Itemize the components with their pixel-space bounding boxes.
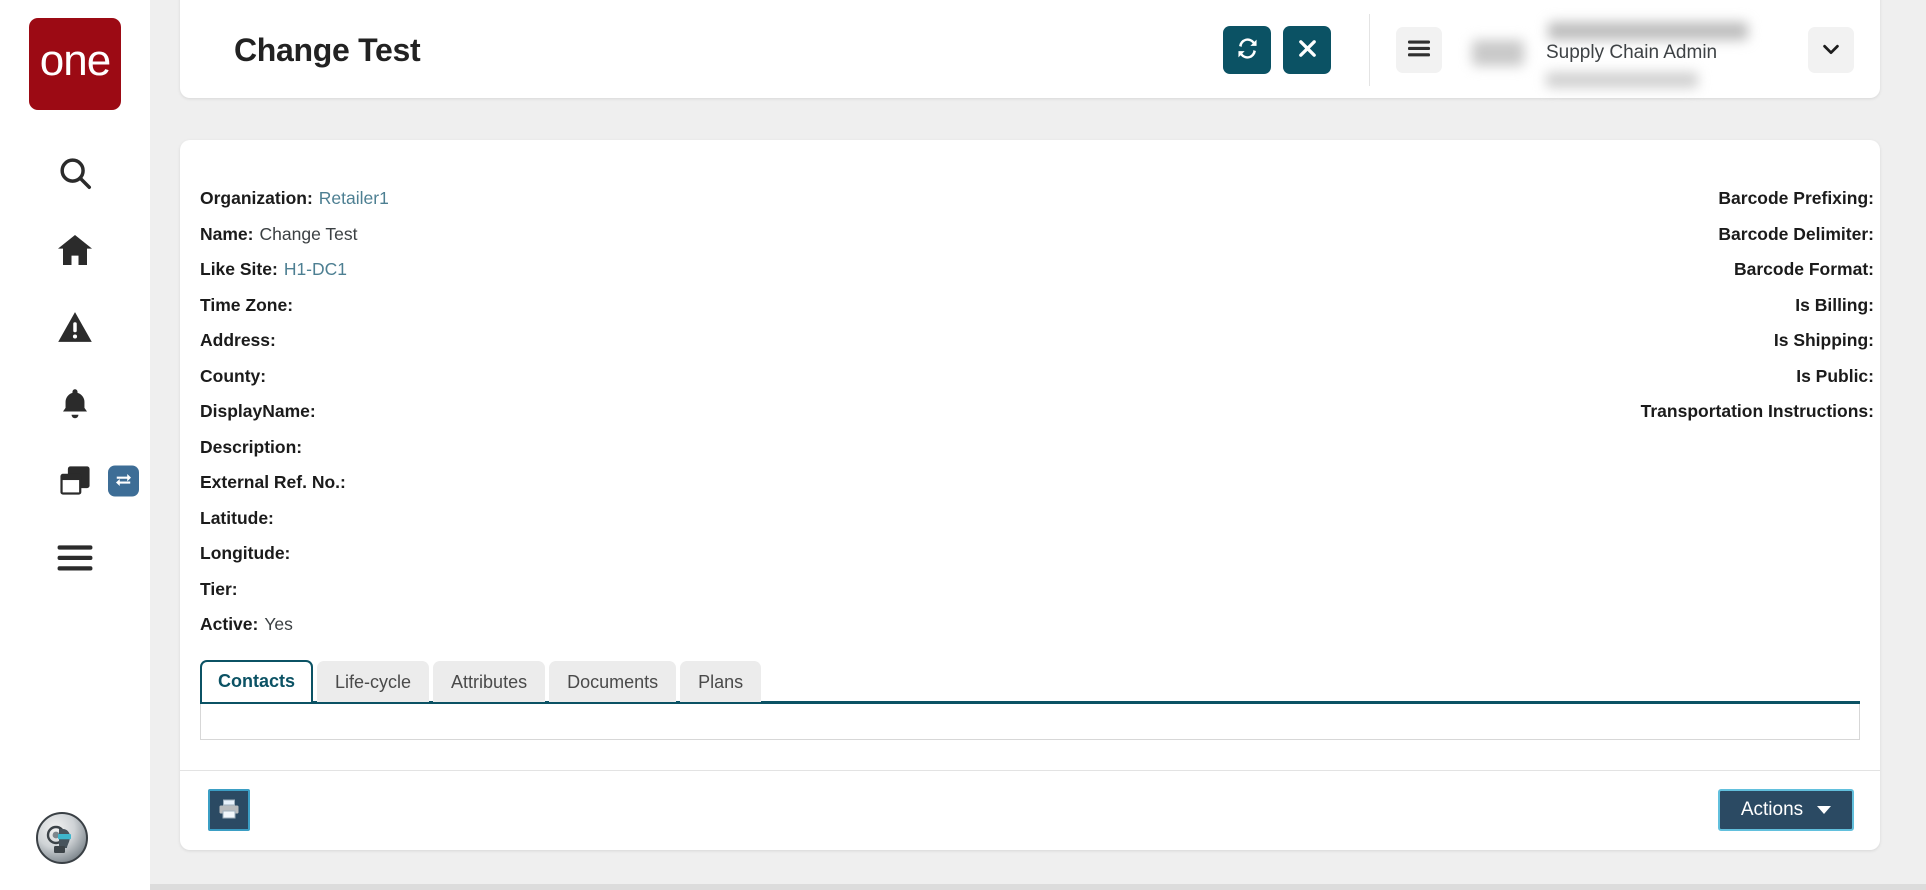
detail-fields-left: Organization: Retailer1 Name: Change Test Li… (180, 188, 1098, 650)
detail-label: Barcode Prefixing: (1718, 188, 1874, 208)
hamburger-menu-icon (1407, 39, 1431, 61)
detail-row: Barcode Prefixing: (1098, 188, 1880, 224)
detail-label: External Ref. No.: (200, 472, 346, 492)
tab-plans[interactable]: Plans (680, 661, 762, 702)
card-footer: Actions (180, 771, 1880, 849)
hamburger-menu-icon (56, 543, 94, 573)
detail-label: Longitude: (200, 543, 291, 563)
detail-row: Transportation Instructions: (1098, 401, 1880, 437)
sidebar-item-home[interactable] (0, 211, 150, 288)
bell-icon (57, 386, 93, 422)
tab-panel-contacts (200, 703, 1860, 740)
detail-label: Like Site: (200, 259, 278, 279)
actions-button-label: Actions (1740, 799, 1804, 820)
detail-label: Is Billing: (1795, 294, 1874, 315)
tab-contacts[interactable]: Contacts (200, 660, 314, 702)
user-name-redacted (1548, 22, 1748, 40)
refresh-icon (1235, 36, 1260, 64)
robot-assistant-avatar[interactable] (36, 812, 88, 864)
windows-stack-icon (56, 462, 94, 500)
close-x-icon (1296, 37, 1319, 63)
sidebar-item-alerts[interactable] (0, 288, 150, 365)
detail-row: Barcode Delimiter: (1098, 224, 1880, 260)
user-dropdown-button[interactable] (1808, 27, 1854, 73)
detail-row: Is Shipping: (1098, 330, 1880, 366)
page-header: Change Test Supply Chain Admin (180, 0, 1880, 98)
user-org-redacted (1546, 72, 1698, 88)
detail-value: Yes (264, 614, 293, 634)
brand-logo[interactable]: one (29, 18, 121, 110)
detail-fields-right: Barcode Prefixing: Barcode Delimiter: Barc… (1098, 188, 1880, 650)
detail-label: Name: (200, 223, 254, 244)
detail-label: Is Shipping: (1773, 330, 1874, 350)
bottom-strip (0, 884, 1926, 890)
tab-attributes[interactable]: Attributes (433, 661, 546, 702)
detail-fields: Organization: Retailer1 Name: Change Test Li… (180, 188, 1880, 650)
caret-down-icon (1817, 806, 1832, 814)
header-divider (1369, 14, 1370, 86)
details-card: Organization: Retailer1 Name: Change Test Li… (180, 140, 1880, 850)
sidebar-toggle-button[interactable] (108, 465, 139, 496)
detail-row: Is Public: (1098, 366, 1880, 402)
print-button[interactable] (208, 789, 250, 831)
detail-label: Transportation Instructions: (1640, 401, 1874, 421)
main-region: Change Test Supply Chain Admin Organizat… (150, 0, 1926, 890)
sidebar-nav (0, 134, 150, 596)
tab-life-cycle[interactable]: Life-cycle (317, 661, 430, 702)
detail-value-link[interactable]: Retailer1 (319, 188, 389, 209)
swap-arrows-icon (114, 471, 133, 490)
detail-label: Tier: (200, 578, 238, 599)
app-root: one Change Test Supply Chain Admin Organ… (0, 0, 1926, 890)
close-button[interactable] (1283, 26, 1331, 74)
search-icon (56, 154, 94, 192)
avatar (1472, 40, 1524, 66)
header-actions: Supply Chain Admin (1211, 0, 1880, 98)
detail-label: Latitude: (200, 507, 274, 528)
sidebar-item-menu[interactable] (0, 519, 150, 596)
detail-label: Organization: (200, 188, 313, 208)
detail-value-link[interactable]: H1-DC1 (284, 259, 347, 280)
robot-head-icon (46, 825, 71, 853)
left-sidebar: one (0, 0, 150, 890)
home-icon (55, 230, 95, 270)
printer-icon (217, 797, 241, 824)
detail-label: DisplayName: (200, 401, 316, 421)
detail-row: Barcode Format: (1098, 259, 1880, 295)
user-role-label: Supply Chain Admin (1546, 42, 1718, 63)
brand-logo-text: one (39, 36, 111, 85)
detail-label: Time Zone: (200, 294, 294, 315)
user-profile[interactable]: Supply Chain Admin (1468, 12, 1798, 88)
sidebar-item-notifications[interactable] (0, 365, 150, 442)
detail-label: Is Public: (1796, 365, 1874, 386)
detail-label: Barcode Format: (1733, 259, 1874, 279)
detail-label: County: (200, 365, 267, 386)
refresh-button[interactable] (1223, 26, 1271, 74)
detail-label: Description: (200, 436, 303, 457)
sidebar-item-search[interactable] (0, 134, 150, 211)
detail-value: Change Test (259, 223, 358, 244)
page-title: Change Test (234, 31, 421, 68)
detail-label: Active: (200, 614, 259, 634)
detail-row: Is Billing: (1098, 295, 1880, 331)
actions-button[interactable]: Actions (1718, 789, 1854, 831)
detail-label: Address: (200, 330, 276, 350)
tabs-section: Contacts Life-cycle Attributes Documents Pla… (200, 660, 1860, 740)
tab-bar: Contacts Life-cycle Attributes Documents Pla… (200, 660, 1860, 702)
detail-label: Barcode Delimiter: (1718, 223, 1874, 244)
tab-documents[interactable]: Documents (549, 661, 677, 702)
header-menu-button[interactable] (1396, 27, 1442, 73)
warning-triangle-icon (56, 308, 94, 346)
sidebar-item-windows[interactable] (0, 442, 150, 519)
chevron-down-icon (1820, 38, 1842, 63)
